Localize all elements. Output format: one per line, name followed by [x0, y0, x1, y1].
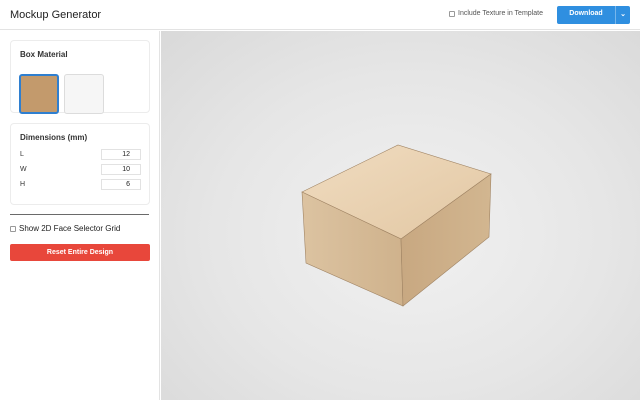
dimension-label: L — [20, 151, 24, 158]
height-input[interactable]: 6 — [101, 179, 141, 190]
swatch-white[interactable] — [64, 74, 104, 114]
app-title: Mockup Generator — [10, 9, 102, 21]
face-selector-grid-toggle[interactable]: Show 2D Face Selector Grid — [10, 224, 120, 233]
dimension-label: W — [20, 166, 27, 173]
dimension-label: H — [20, 181, 26, 188]
dimension-row-length: L 12 — [20, 149, 144, 160]
sidebar: Box Material Dimensions (mm) L 12 W 10 H… — [0, 31, 160, 400]
dimensions-title: Dimensions (mm) — [20, 133, 88, 142]
face-grid-checkbox[interactable] — [10, 225, 16, 232]
download-label: Download — [569, 10, 603, 17]
width-input[interactable]: 10 — [101, 164, 141, 175]
box-preview — [301, 144, 492, 307]
include-texture-checkbox[interactable] — [449, 10, 455, 17]
app-header: Mockup Generator Include Texture in Temp… — [0, 0, 640, 30]
box-material-title: Box Material — [20, 50, 68, 59]
face-grid-label: Show 2D Face Selector Grid — [19, 224, 121, 233]
include-texture-label: Include Texture in Template — [458, 10, 543, 17]
swatch-kraft[interactable] — [19, 74, 59, 114]
dimension-row-width: W 10 — [20, 164, 144, 175]
dimensions-card: Dimensions (mm) L 12 W 10 H 6 — [10, 123, 150, 205]
dimension-row-height: H 6 — [20, 179, 144, 190]
reset-design-button[interactable]: Reset Entire Design — [10, 244, 150, 261]
3d-preview-viewport[interactable] — [161, 31, 640, 400]
chevron-down-icon[interactable]: ⌄ — [615, 6, 630, 24]
download-button[interactable]: Download ⌄ — [557, 6, 630, 24]
include-texture-option[interactable]: Include Texture in Template — [449, 10, 543, 17]
sidebar-divider — [10, 214, 149, 215]
box-material-card: Box Material — [10, 40, 150, 114]
length-input[interactable]: 12 — [101, 149, 141, 160]
